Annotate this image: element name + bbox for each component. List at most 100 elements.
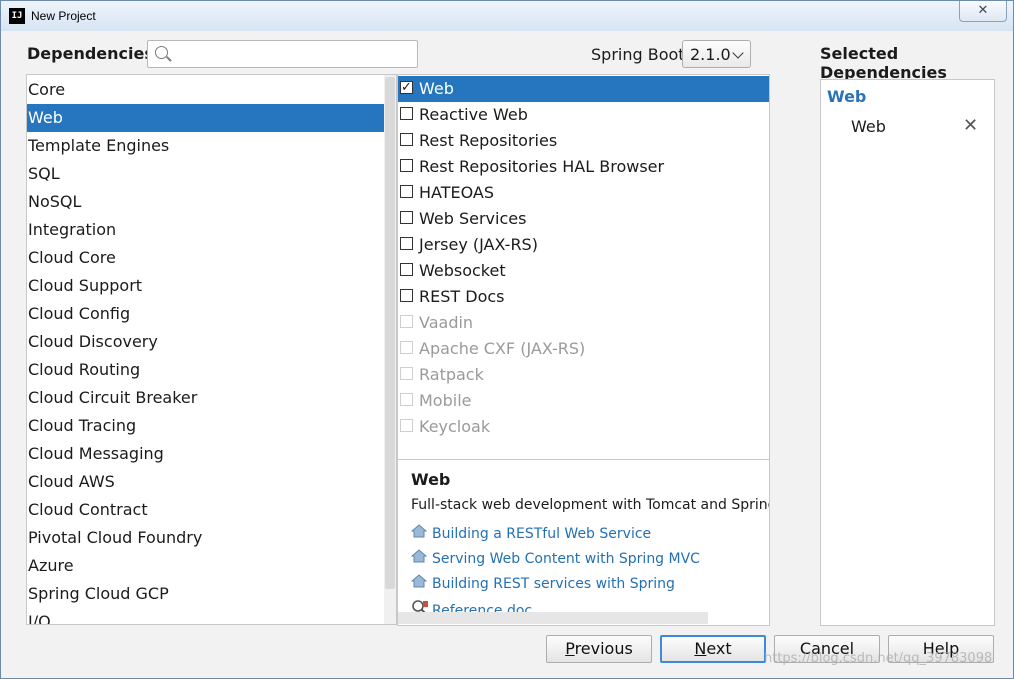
dependency-item[interactable]: Websocket xyxy=(398,258,769,284)
info-link-label: Building REST services with Spring xyxy=(432,576,675,592)
category-item[interactable]: Azure xyxy=(27,552,384,580)
category-item[interactable]: Integration xyxy=(27,216,384,244)
dependency-label: Keycloak xyxy=(419,417,491,436)
guide-icon xyxy=(410,574,428,592)
dependency-item: Keycloak xyxy=(398,414,769,440)
dependency-label: Rest Repositories xyxy=(419,131,558,150)
category-item[interactable]: NoSQL xyxy=(27,188,384,216)
category-item[interactable]: Cloud AWS xyxy=(27,468,384,496)
dependency-checkbox[interactable] xyxy=(400,185,413,198)
category-item[interactable]: Cloud Discovery xyxy=(27,328,384,356)
chevron-down-icon xyxy=(732,47,744,59)
next-label: ext xyxy=(706,639,732,658)
dependency-item[interactable]: REST Docs xyxy=(398,284,769,310)
previous-button[interactable]: Previous xyxy=(546,635,652,663)
category-item[interactable]: Cloud Routing xyxy=(27,356,384,384)
info-link-label: Serving Web Content with Spring MVC xyxy=(432,551,700,567)
next-button[interactable]: Next xyxy=(660,635,766,663)
dependency-label: HATEOAS xyxy=(419,183,495,202)
guide-icon xyxy=(410,524,428,542)
dependency-item: Vaadin xyxy=(398,310,769,336)
category-item[interactable]: Cloud Circuit Breaker xyxy=(27,384,384,412)
new-project-dialog: IJ New Project ✕ Dependencies Spring Boo… xyxy=(0,0,1014,679)
dependency-checkbox[interactable] xyxy=(400,107,413,120)
dependency-item: Apache CXF (JAX-RS) xyxy=(398,336,769,362)
dependency-item: Mobile xyxy=(398,388,769,414)
dependency-checkbox[interactable]: ✓ xyxy=(400,81,413,94)
dependency-checkbox[interactable] xyxy=(400,159,413,172)
dependency-label: Web xyxy=(419,79,454,98)
intellij-app-icon: IJ xyxy=(9,8,25,24)
spring-boot-version-value: 2.1.0 xyxy=(690,45,731,64)
dependency-checkbox[interactable] xyxy=(400,133,413,146)
info-title: Web xyxy=(411,470,451,489)
dependency-item[interactable]: Jersey (JAX-RS) xyxy=(398,232,769,258)
dependency-label: Vaadin xyxy=(419,313,474,332)
dependency-label: Apache CXF (JAX-RS) xyxy=(419,339,586,358)
selected-dependencies-heading: Selected Dependencies xyxy=(820,44,947,82)
dependency-label: Jersey (JAX-RS) xyxy=(419,235,538,254)
info-description: Full-stack web development with Tomcat a… xyxy=(411,497,770,513)
dependency-item[interactable]: ✓ Web xyxy=(398,76,769,102)
category-item[interactable]: Core xyxy=(27,76,384,104)
category-item[interactable]: Cloud Support xyxy=(27,272,384,300)
close-window-button[interactable]: ✕ xyxy=(959,1,1007,22)
dependency-checkbox xyxy=(400,341,413,354)
info-link[interactable]: Building REST services with Spring xyxy=(410,574,675,592)
info-link[interactable]: Building a RESTful Web Service xyxy=(410,524,652,542)
category-scrollbar[interactable] xyxy=(384,75,396,624)
category-item[interactable]: Cloud Contract xyxy=(27,496,384,524)
spring-boot-version-select[interactable]: 2.1.0 xyxy=(682,40,751,68)
previous-mnemonic: P xyxy=(565,639,575,658)
guide-icon xyxy=(410,549,428,567)
category-item[interactable]: SQL xyxy=(27,160,384,188)
dependency-search[interactable] xyxy=(147,40,418,68)
dependency-item[interactable]: Rest Repositories HAL Browser xyxy=(398,154,769,180)
spring-boot-label: Spring Boot xyxy=(591,45,685,64)
category-item[interactable]: Template Engines xyxy=(27,132,384,160)
category-item[interactable]: Cloud Config xyxy=(27,300,384,328)
dependency-checkbox[interactable] xyxy=(400,289,413,302)
title-bar[interactable]: IJ New Project ✕ xyxy=(1,1,1013,31)
dependency-label: Rest Repositories HAL Browser xyxy=(419,157,665,176)
category-list: Core Web Template Engines SQL NoSQL Integrati… xyxy=(26,74,397,625)
dependency-label: Reactive Web xyxy=(419,105,528,124)
dependency-item: Ratpack xyxy=(398,362,769,388)
dependency-list: ✓ Web Reactive Web Rest Repositories Rest Re… xyxy=(397,74,770,460)
dependency-item[interactable]: Web Services xyxy=(398,206,769,232)
dependency-checkbox xyxy=(400,419,413,432)
info-link-label: Building a RESTful Web Service xyxy=(432,526,652,542)
dependency-item[interactable]: HATEOAS xyxy=(398,180,769,206)
dependency-label: Websocket xyxy=(419,261,506,280)
category-item[interactable]: Cloud Tracing xyxy=(27,412,384,440)
search-input[interactable] xyxy=(176,44,415,66)
remove-dependency-icon[interactable]: ✕ xyxy=(963,115,978,136)
dependency-checkbox[interactable] xyxy=(400,237,413,250)
selected-dependency-item: Web xyxy=(851,117,886,136)
dependency-checkbox xyxy=(400,393,413,406)
dependency-label: Ratpack xyxy=(419,365,484,384)
category-item[interactable]: I/O xyxy=(27,608,384,624)
dependency-checkbox[interactable] xyxy=(400,263,413,276)
category-item[interactable]: Web xyxy=(27,104,384,132)
scrollbar-thumb[interactable] xyxy=(385,77,395,589)
category-item[interactable]: Pivotal Cloud Foundry xyxy=(27,524,384,552)
dependency-item[interactable]: Reactive Web xyxy=(398,102,769,128)
next-mnemonic: N xyxy=(694,639,707,658)
category-item[interactable]: Cloud Core xyxy=(27,244,384,272)
dependency-checkbox xyxy=(400,367,413,380)
dependency-checkbox[interactable] xyxy=(400,211,413,224)
dependency-info-panel: Web Full-stack web development with Tomc… xyxy=(397,460,770,626)
window-title: New Project xyxy=(31,9,96,23)
category-item[interactable]: Spring Cloud GCP xyxy=(27,580,384,608)
previous-label: revious xyxy=(574,639,633,658)
search-icon xyxy=(155,46,168,59)
dependency-checkbox xyxy=(400,315,413,328)
dependencies-heading: Dependencies xyxy=(27,44,154,63)
info-link[interactable]: Serving Web Content with Spring MVC xyxy=(410,549,700,567)
category-item[interactable]: Cloud Messaging xyxy=(27,440,384,468)
selected-dependencies-panel: Web Web ✕ xyxy=(820,79,995,626)
dependency-item[interactable]: Rest Repositories xyxy=(398,128,769,154)
info-horizontal-scrollbar[interactable] xyxy=(398,612,708,624)
dependency-label: Mobile xyxy=(419,391,472,410)
